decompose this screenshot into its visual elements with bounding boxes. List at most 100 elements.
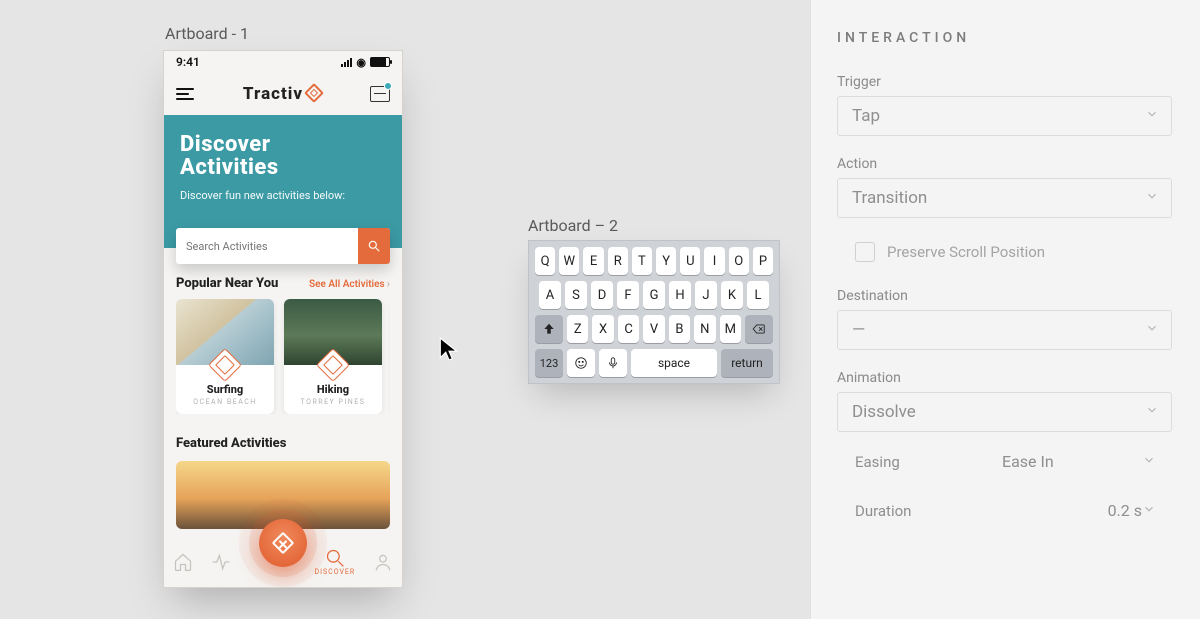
- key-shift[interactable]: [535, 315, 563, 343]
- tab-activity[interactable]: [211, 552, 231, 572]
- interaction-panel: INTERACTION Trigger Tap Action Transitio…: [810, 0, 1200, 619]
- wifi-icon: ◉: [356, 57, 366, 68]
- animation-subfields: Easing Ease In Duration 0.2 s: [837, 452, 1172, 520]
- destination-field: Destination —: [837, 288, 1172, 350]
- card-title: Surfing: [176, 383, 274, 396]
- keyboard-row-1: Q W E R T Y U I O P: [535, 247, 773, 275]
- key-e[interactable]: E: [583, 247, 603, 275]
- duration-value[interactable]: 0.2 s: [1002, 501, 1142, 520]
- key-u[interactable]: U: [680, 247, 700, 275]
- search-field[interactable]: [176, 228, 390, 264]
- animation-label: Animation: [837, 370, 1172, 386]
- chevron-down-icon: [1145, 106, 1159, 126]
- cellular-icon: [341, 58, 352, 67]
- key-k[interactable]: K: [721, 281, 743, 309]
- key-v[interactable]: V: [643, 315, 664, 343]
- tab-home[interactable]: [173, 552, 193, 572]
- key-p[interactable]: P: [753, 247, 773, 275]
- preserve-scroll-row[interactable]: Preserve Scroll Position: [837, 238, 1172, 266]
- chevron-right-icon: ›: [387, 277, 390, 290]
- backspace-icon: [752, 322, 766, 336]
- tab-discover[interactable]: DISCOVER: [315, 548, 356, 576]
- chevron-down-icon: [1145, 188, 1159, 208]
- search-icon: [325, 548, 345, 568]
- menu-icon[interactable]: [176, 88, 194, 100]
- destination-label: Destination: [837, 288, 1172, 304]
- action-select[interactable]: Transition: [837, 178, 1172, 218]
- trigger-select[interactable]: Tap: [837, 96, 1172, 136]
- key-n[interactable]: N: [694, 315, 715, 343]
- tab-label: DISCOVER: [315, 568, 356, 576]
- duration-chevron[interactable]: [1142, 501, 1172, 520]
- key-y[interactable]: Y: [656, 247, 676, 275]
- key-s[interactable]: S: [565, 281, 587, 309]
- action-label: Action: [837, 156, 1172, 172]
- panel-heading: INTERACTION: [837, 30, 1172, 46]
- key-numbers[interactable]: 123: [535, 349, 563, 377]
- emoji-icon: [574, 356, 588, 370]
- key-g[interactable]: G: [643, 281, 665, 309]
- keyboard-row-2: A S D F G H J K L: [535, 281, 773, 309]
- keyboard-row-4: 123 space return: [535, 349, 773, 377]
- artboard-2-keyboard[interactable]: Q W E R T Y U I O P A S D F G H J K L Z: [528, 240, 780, 384]
- key-a[interactable]: A: [539, 281, 561, 309]
- key-j[interactable]: J: [695, 281, 717, 309]
- brand-title: Tractiv: [194, 84, 370, 104]
- user-icon: [373, 552, 393, 572]
- brand-logo-icon: [304, 83, 324, 103]
- key-c[interactable]: C: [618, 315, 639, 343]
- activity-card-surfing[interactable]: Surfing OCEAN BEACH: [176, 299, 274, 414]
- key-dictation[interactable]: [599, 349, 627, 377]
- cursor-icon: [438, 336, 460, 366]
- preserve-scroll-label: Preserve Scroll Position: [887, 243, 1045, 261]
- card-subtitle: OCEAN BEACH: [176, 398, 274, 406]
- key-backspace[interactable]: [745, 315, 773, 343]
- destination-select[interactable]: —: [837, 310, 1172, 350]
- chevron-down-icon: [1145, 320, 1159, 340]
- popular-heading: Popular Near You: [176, 276, 278, 291]
- key-t[interactable]: T: [632, 247, 652, 275]
- design-canvas[interactable]: Artboard - 1 Artboard – 2 9:41 ◉ Tractiv…: [0, 0, 810, 619]
- key-q[interactable]: Q: [535, 247, 555, 275]
- key-o[interactable]: O: [729, 247, 749, 275]
- inbox-icon[interactable]: [370, 86, 390, 102]
- home-icon: [173, 552, 193, 572]
- key-z[interactable]: Z: [567, 315, 588, 343]
- key-l[interactable]: L: [747, 281, 769, 309]
- key-x[interactable]: X: [592, 315, 613, 343]
- artboard-1-label[interactable]: Artboard - 1: [165, 24, 249, 43]
- see-all-link[interactable]: See All Activities›: [309, 277, 390, 290]
- trigger-field: Trigger Tap: [837, 74, 1172, 136]
- preserve-scroll-checkbox[interactable]: [855, 242, 875, 262]
- key-space[interactable]: space: [631, 349, 717, 377]
- activity-card-hiking[interactable]: Hiking TORREY PINES: [284, 299, 382, 414]
- easing-value[interactable]: Ease In: [1002, 452, 1142, 471]
- key-h[interactable]: H: [669, 281, 691, 309]
- key-f[interactable]: F: [617, 281, 639, 309]
- artboard-2-label[interactable]: Artboard – 2: [528, 216, 618, 235]
- key-i[interactable]: I: [704, 247, 724, 275]
- status-bar: 9:41 ◉: [164, 51, 402, 73]
- key-return[interactable]: return: [721, 349, 773, 377]
- shift-icon: [542, 322, 556, 336]
- key-emoji[interactable]: [567, 349, 595, 377]
- key-b[interactable]: B: [669, 315, 690, 343]
- fab-add-button[interactable]: [259, 519, 307, 567]
- duration-label: Duration: [855, 502, 1002, 520]
- key-d[interactable]: D: [591, 281, 613, 309]
- chevron-down-icon: [1145, 402, 1159, 422]
- key-m[interactable]: M: [720, 315, 741, 343]
- artboard-1-phone[interactable]: 9:41 ◉ Tractiv DiscoverActivities Discov…: [163, 50, 403, 588]
- search-input[interactable]: [176, 228, 358, 264]
- animation-field: Animation Dissolve: [837, 370, 1172, 432]
- search-button[interactable]: [358, 228, 390, 264]
- search-icon: [367, 239, 381, 253]
- key-r[interactable]: R: [608, 247, 628, 275]
- easing-chevron[interactable]: [1142, 452, 1172, 471]
- pulse-icon: [211, 552, 231, 572]
- plus-diamond-icon: [272, 532, 295, 555]
- tab-profile[interactable]: [373, 552, 393, 572]
- card-title: Hiking: [284, 383, 382, 396]
- animation-select[interactable]: Dissolve: [837, 392, 1172, 432]
- key-w[interactable]: W: [559, 247, 579, 275]
